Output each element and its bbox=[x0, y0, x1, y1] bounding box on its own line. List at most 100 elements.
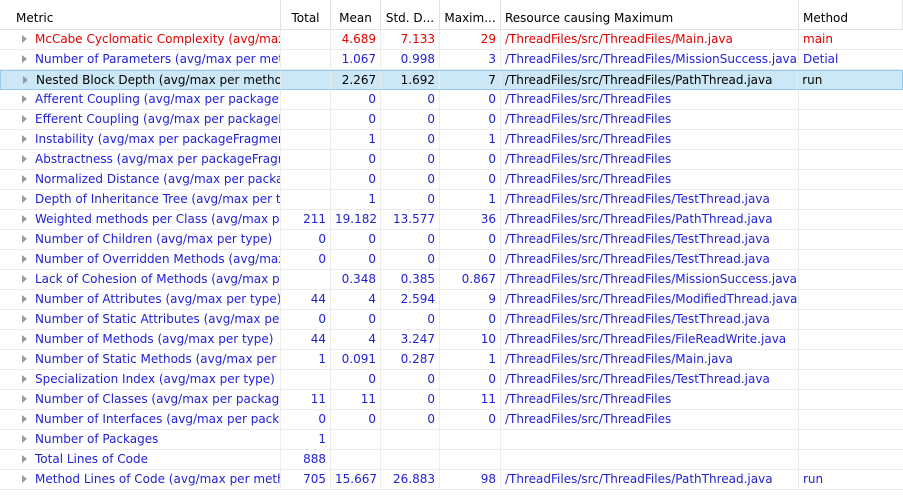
table-row[interactable]: Number of Interfaces (avg/max per packag… bbox=[0, 410, 903, 430]
method-cell: Detial bbox=[803, 52, 839, 66]
std-dev-cell: 3.247 bbox=[381, 330, 440, 349]
metric-label: Lack of Cohesion of Methods (avg/max per… bbox=[35, 272, 280, 286]
column-header-std-dev[interactable]: Std. D... bbox=[381, 0, 440, 29]
column-header-maximum[interactable]: Maxim... bbox=[440, 0, 501, 29]
expand-chevron-icon[interactable] bbox=[22, 314, 27, 323]
total-cell bbox=[281, 270, 331, 289]
total-cell: 11 bbox=[281, 390, 331, 409]
table-row[interactable]: Depth of Inheritance Tree (avg/max per t… bbox=[0, 190, 903, 210]
expand-chevron-icon[interactable] bbox=[22, 414, 27, 423]
std-dev-cell: 1.692 bbox=[381, 71, 441, 89]
table-row[interactable]: Efferent Coupling (avg/max per packageFr… bbox=[0, 110, 903, 130]
std-dev-cell: 0 bbox=[381, 410, 440, 429]
std-dev-cell: 0 bbox=[381, 110, 440, 129]
expand-chevron-icon[interactable] bbox=[22, 474, 27, 483]
resource-cell: /ThreadFiles/src/ThreadFiles/TestThread.… bbox=[501, 250, 799, 269]
table-row[interactable]: McCabe Cyclomatic Complexity (avg/max pe… bbox=[0, 30, 903, 50]
column-header-metric[interactable]: Metric bbox=[0, 0, 281, 29]
table-row[interactable]: Instability (avg/max per packageFragment… bbox=[0, 130, 903, 150]
table-row[interactable]: Abstractness (avg/max per packageFragmen… bbox=[0, 150, 903, 170]
maximum-cell: 1 bbox=[440, 350, 501, 369]
expand-chevron-icon[interactable] bbox=[22, 34, 27, 43]
metric-label: Instability (avg/max per packageFragment… bbox=[35, 132, 281, 146]
total-cell: 1 bbox=[281, 350, 331, 369]
metric-cell: Instability (avg/max per packageFragment… bbox=[0, 130, 281, 149]
method-cell bbox=[799, 450, 903, 469]
expand-chevron-icon[interactable] bbox=[22, 154, 27, 163]
column-header-resource[interactable]: Resource causing Maximum bbox=[501, 0, 799, 29]
expand-chevron-icon[interactable] bbox=[23, 75, 28, 84]
expand-chevron-icon[interactable] bbox=[22, 54, 27, 63]
expand-chevron-icon[interactable] bbox=[22, 114, 27, 123]
table-row[interactable]: Total Lines of Code 888 bbox=[0, 450, 903, 470]
metric-cell: Specialization Index (avg/max per type) bbox=[0, 370, 281, 389]
table-row[interactable]: Nested Block Depth (avg/max per method) 2… bbox=[0, 70, 903, 90]
expand-chevron-icon[interactable] bbox=[22, 434, 27, 443]
mean-cell: 0 bbox=[331, 150, 381, 169]
mean-cell: 0 bbox=[331, 110, 381, 129]
expand-chevron-icon[interactable] bbox=[22, 274, 27, 283]
table-row[interactable]: Weighted methods per Class (avg/max per … bbox=[0, 210, 903, 230]
expand-chevron-icon[interactable] bbox=[22, 454, 27, 463]
expand-chevron-icon[interactable] bbox=[22, 194, 27, 203]
metric-label: Weighted methods per Class (avg/max per … bbox=[35, 212, 280, 226]
expand-chevron-icon[interactable] bbox=[22, 254, 27, 263]
maximum-cell: 0.867 bbox=[440, 270, 501, 289]
table-row[interactable]: Normalized Distance (avg/max per package… bbox=[0, 170, 903, 190]
table-row[interactable]: Number of Attributes (avg/max per type) 4… bbox=[0, 290, 903, 310]
metric-cell: Nested Block Depth (avg/max per method) bbox=[1, 71, 282, 89]
table-row[interactable]: Number of Static Attributes (avg/max per… bbox=[0, 310, 903, 330]
table-row[interactable]: Number of Methods (avg/max per type) 44 4 3… bbox=[0, 330, 903, 350]
expand-chevron-icon[interactable] bbox=[22, 294, 27, 303]
expand-chevron-icon[interactable] bbox=[22, 234, 27, 243]
table-row[interactable]: Method Lines of Code (avg/max per method… bbox=[0, 470, 903, 490]
expand-chevron-icon[interactable] bbox=[22, 394, 27, 403]
table-row[interactable]: Number of Classes (avg/max per packageFr… bbox=[0, 390, 903, 410]
expand-chevron-icon[interactable] bbox=[22, 174, 27, 183]
mean-cell: 1 bbox=[331, 190, 381, 209]
maximum-cell: 0 bbox=[440, 90, 501, 109]
metric-label: Number of Parameters (avg/max per method… bbox=[35, 52, 281, 66]
resource-cell: /ThreadFiles/src/ThreadFiles/Main.java bbox=[501, 30, 799, 49]
expand-chevron-icon[interactable] bbox=[22, 214, 27, 223]
table-row[interactable]: Number of Overridden Methods (avg/max pe… bbox=[0, 250, 903, 270]
maximum-cell bbox=[440, 430, 501, 449]
metric-cell: Number of Attributes (avg/max per type) bbox=[0, 290, 281, 309]
resource-cell: /ThreadFiles/src/ThreadFiles/MissionSucc… bbox=[501, 270, 799, 289]
mean-cell: 19.182 bbox=[331, 210, 381, 229]
resource-cell: /ThreadFiles/src/ThreadFiles/TestThread.… bbox=[501, 370, 799, 389]
expand-chevron-icon[interactable] bbox=[22, 374, 27, 383]
column-header-method[interactable]: Method bbox=[799, 0, 903, 29]
resource-cell bbox=[501, 430, 799, 449]
metric-label: Number of Interfaces (avg/max per packag… bbox=[35, 412, 280, 426]
table-row[interactable]: Lack of Cohesion of Methods (avg/max per… bbox=[0, 270, 903, 290]
expand-chevron-icon[interactable] bbox=[22, 354, 27, 363]
method-cell bbox=[799, 370, 903, 389]
std-dev-cell: 0.385 bbox=[381, 270, 440, 289]
table-row[interactable]: Number of Static Methods (avg/max per ty… bbox=[0, 350, 903, 370]
std-dev-cell: 0 bbox=[381, 190, 440, 209]
table-row[interactable]: Afferent Coupling (avg/max per packageFr… bbox=[0, 90, 903, 110]
table-row[interactable]: Number of Children (avg/max per type) 0 0 0… bbox=[0, 230, 903, 250]
std-dev-cell: 2.594 bbox=[381, 290, 440, 309]
table-row[interactable]: Specialization Index (avg/max per type) 0… bbox=[0, 370, 903, 390]
method-cell bbox=[799, 350, 903, 369]
expand-chevron-icon[interactable] bbox=[22, 134, 27, 143]
resource-cell: /ThreadFiles/src/ThreadFiles bbox=[501, 150, 799, 169]
maximum-cell: 10 bbox=[440, 330, 501, 349]
expand-chevron-icon[interactable] bbox=[22, 334, 27, 343]
expand-chevron-icon[interactable] bbox=[22, 94, 27, 103]
std-dev-cell: 26.883 bbox=[381, 470, 440, 489]
maximum-cell: 0 bbox=[440, 370, 501, 389]
mean-cell: 0 bbox=[331, 410, 381, 429]
column-header-total[interactable]: Total bbox=[281, 0, 331, 29]
mean-cell: 4 bbox=[331, 330, 381, 349]
column-header-mean[interactable]: Mean bbox=[331, 0, 381, 29]
maximum-cell: 0 bbox=[440, 170, 501, 189]
std-dev-cell: 0 bbox=[381, 390, 440, 409]
metrics-table: Metric Total Mean Std. D... Maxim... Res… bbox=[0, 0, 903, 490]
table-row[interactable]: Number of Parameters (avg/max per method… bbox=[0, 50, 903, 70]
table-row[interactable]: Number of Packages 1 bbox=[0, 430, 903, 450]
total-cell: 0 bbox=[281, 230, 331, 249]
maximum-cell: 3 bbox=[440, 50, 501, 69]
